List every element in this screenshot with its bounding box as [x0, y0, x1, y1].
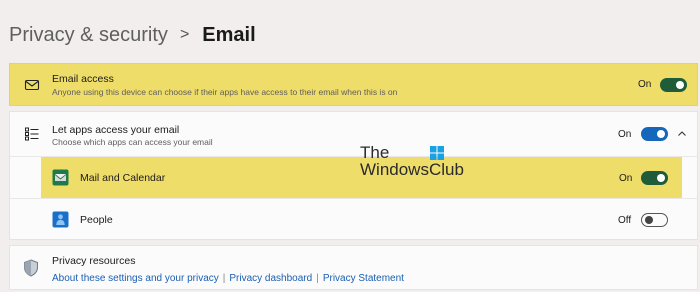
link-separator: |	[222, 273, 226, 284]
about-settings-link[interactable]: About these settings and your privacy	[52, 273, 219, 284]
toggle-knob	[644, 216, 653, 225]
shield-icon	[24, 259, 38, 277]
mail-icon	[24, 79, 40, 91]
let-apps-access-row[interactable]: Let apps access your email Choose which …	[10, 112, 697, 156]
windows-logo-icon	[430, 145, 445, 160]
email-access-title: Email access	[52, 73, 114, 85]
watermark-line-2: WindowsClub	[360, 160, 464, 179]
toggle-knob	[657, 130, 665, 138]
email-access-card: Email access Anyone using this device ca…	[9, 63, 698, 106]
people-state: Off	[618, 215, 632, 226]
let-apps-access-toggle[interactable]	[641, 127, 668, 141]
toggle-knob	[657, 174, 665, 182]
watermark-line-1: The	[360, 143, 390, 162]
privacy-resources-card: Privacy resources About these settings a…	[9, 245, 698, 290]
toggle-knob	[676, 81, 684, 89]
list-icon	[25, 127, 39, 141]
people-app-icon	[52, 211, 69, 228]
chevron-up-icon[interactable]	[677, 129, 687, 139]
watermark: The WindowsClub	[360, 144, 464, 178]
breadcrumb: Privacy & security > Email	[9, 20, 256, 50]
page-title: Email	[202, 23, 256, 46]
chevron-right-icon: >	[179, 26, 190, 43]
let-apps-access-card: Let apps access your email Choose which …	[9, 111, 698, 240]
let-apps-access-title: Let apps access your email	[52, 124, 180, 136]
app-name-mail-and-calendar: Mail and Calendar	[80, 172, 166, 184]
privacy-statement-link[interactable]: Privacy Statement	[323, 273, 404, 284]
privacy-links: About these settings and your privacy | Pr…	[52, 273, 404, 284]
mail-and-calendar-state: On	[619, 173, 633, 184]
app-name-people: People	[80, 214, 113, 226]
link-separator: |	[316, 273, 319, 284]
email-access-toggle[interactable]	[660, 78, 687, 92]
people-toggle[interactable]	[641, 213, 668, 227]
privacy-resources-title: Privacy resources	[52, 255, 136, 267]
breadcrumb-privacy-security[interactable]: Privacy & security	[9, 24, 168, 47]
app-row-people: People Off	[10, 199, 697, 241]
let-apps-access-description: Choose which apps can access your email	[52, 137, 213, 147]
privacy-dashboard-link[interactable]: Privacy dashboard	[229, 273, 312, 284]
email-access-description: Anyone using this device can choose if t…	[52, 87, 398, 97]
email-access-state: On	[638, 79, 652, 90]
let-apps-access-state: On	[618, 129, 632, 140]
mail-and-calendar-toggle[interactable]	[641, 171, 668, 185]
mail-calendar-app-icon	[52, 169, 69, 186]
